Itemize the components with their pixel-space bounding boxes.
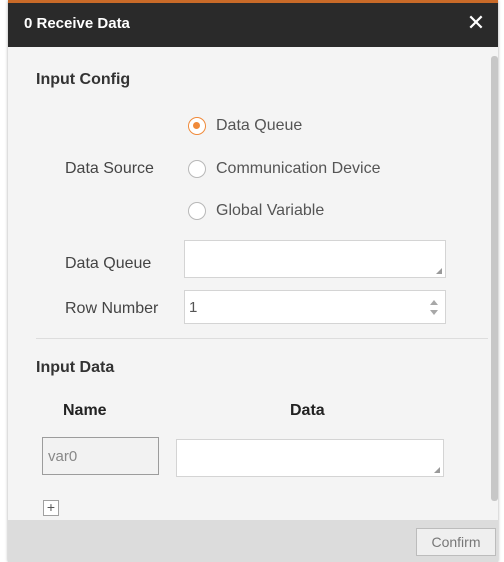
receive-data-dialog: 0 Receive Data ✕ Input Config Data Sourc… xyxy=(8,0,498,562)
input-data-heading: Input Data xyxy=(36,359,115,376)
data-queue-label: Data Queue xyxy=(65,255,152,272)
add-row-icon[interactable]: + xyxy=(43,500,59,516)
close-icon[interactable]: ✕ xyxy=(464,11,488,35)
radio-label-global-variable: Global Variable xyxy=(216,202,325,219)
variable-data-input[interactable] xyxy=(176,439,444,477)
radio-option-communication-device[interactable]: Communication Device xyxy=(188,158,381,180)
row-number-value: 1 xyxy=(189,299,198,316)
spinner-icon[interactable] xyxy=(429,295,439,321)
spin-down-icon[interactable] xyxy=(430,310,438,315)
dialog-title: 0 Receive Data xyxy=(24,15,130,32)
radio-label-data-queue: Data Queue xyxy=(216,117,303,134)
section-divider xyxy=(36,338,488,339)
radio-unchecked-icon[interactable] xyxy=(188,160,206,178)
row-number-stepper[interactable]: 1 xyxy=(184,290,446,324)
data-source-label: Data Source xyxy=(65,160,154,177)
radio-checked-icon[interactable] xyxy=(188,117,206,135)
confirm-button[interactable]: Confirm xyxy=(416,528,496,556)
radio-option-data-queue[interactable]: Data Queue xyxy=(188,115,302,137)
radio-unchecked-icon[interactable] xyxy=(188,202,206,220)
data-queue-input[interactable] xyxy=(184,240,446,278)
column-header-name: Name xyxy=(63,402,107,419)
radio-label-communication-device: Communication Device xyxy=(216,160,381,177)
column-header-data: Data xyxy=(290,402,325,419)
vertical-scrollbar[interactable] xyxy=(491,56,498,501)
input-config-heading: Input Config xyxy=(36,71,131,88)
dialog-footer: Confirm xyxy=(8,520,498,562)
resize-grip-icon xyxy=(434,467,440,473)
variable-name-field[interactable]: var0 xyxy=(42,437,159,475)
spin-up-icon[interactable] xyxy=(430,300,438,305)
row-number-label: Row Number xyxy=(65,300,159,317)
radio-option-global-variable[interactable]: Global Variable xyxy=(188,200,324,222)
title-bar: 0 Receive Data ✕ xyxy=(8,3,498,47)
resize-grip-icon xyxy=(436,268,442,274)
